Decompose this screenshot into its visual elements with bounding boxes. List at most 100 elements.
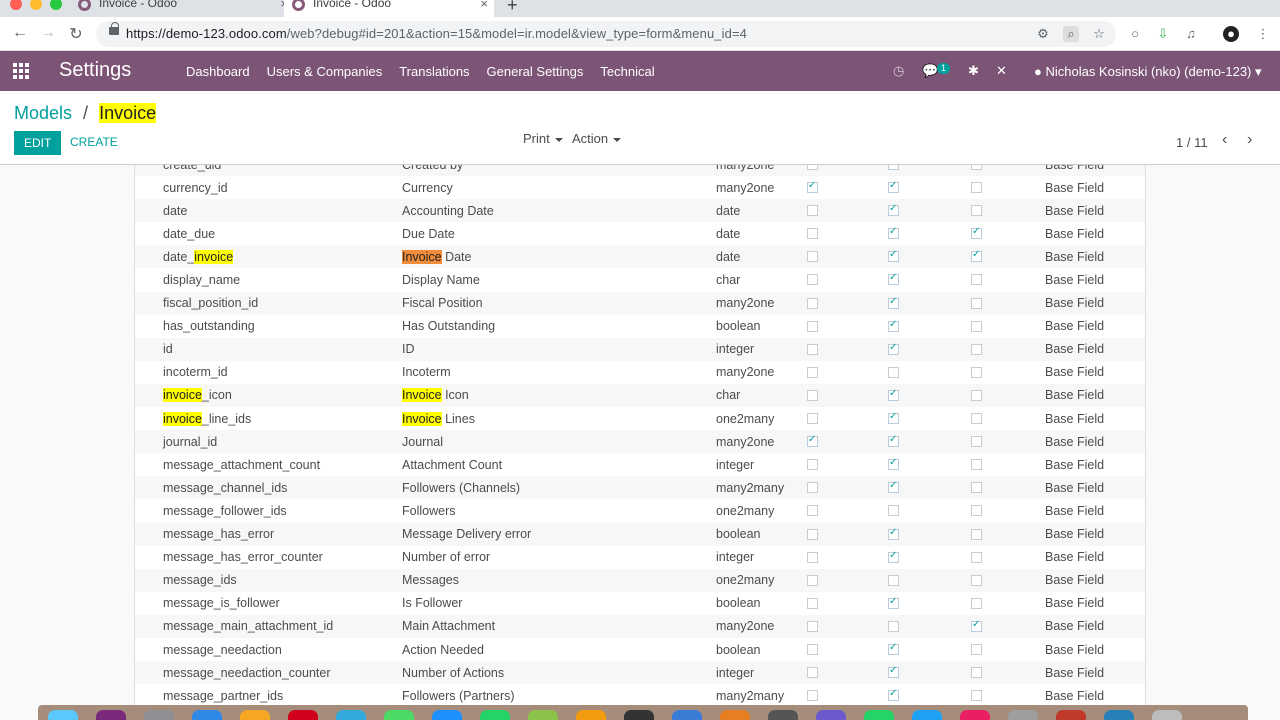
window-minimize-dot[interactable] — [30, 0, 42, 10]
table-row[interactable]: date_invoice Invoice Date date Base Field — [135, 245, 1145, 269]
apps-menu-icon[interactable] — [13, 63, 31, 79]
table-row[interactable]: message_follower_ids Followers one2many Bas… — [135, 499, 1145, 522]
dock-app-icon[interactable] — [768, 710, 798, 720]
dock-app-icon[interactable] — [816, 710, 846, 720]
field-label: Journal — [402, 434, 443, 449]
dock-app-icon[interactable] — [240, 710, 270, 720]
table-row[interactable]: journal_id Journal many2one Base Field — [135, 430, 1145, 454]
url-text[interactable]: https://demo-123.odoo.com/web?debug#id=2… — [126, 26, 747, 41]
table-row[interactable]: message_has_error Message Delivery error b… — [135, 522, 1145, 546]
reload-icon[interactable]: ↻ — [66, 24, 86, 44]
window-zoom-dot[interactable] — [50, 0, 62, 10]
field-type: integer — [716, 550, 755, 565]
readonly-checkbox — [971, 274, 982, 286]
dock-app-icon[interactable] — [336, 710, 366, 720]
dock-app-icon[interactable] — [912, 710, 942, 720]
messages-icon[interactable]: 💬 — [922, 63, 938, 79]
dock-app-icon[interactable] — [624, 710, 654, 720]
field-kind: Base Field — [1045, 165, 1104, 172]
dock-app-icon[interactable] — [864, 710, 894, 720]
required-checkbox — [807, 482, 818, 494]
dock-app-icon[interactable] — [1056, 710, 1086, 720]
action-dropdown[interactable]: Action — [572, 131, 621, 146]
zoom-icon[interactable]: ⌕ — [1063, 26, 1079, 42]
field-kind: Base Field — [1045, 527, 1105, 542]
table-row[interactable]: message_main_attachment_id Main Attachmen… — [135, 614, 1145, 638]
extension-audio-icon[interactable]: ♫ — [1183, 26, 1199, 42]
pager-next-icon[interactable]: › — [1247, 131, 1252, 149]
table-row[interactable]: message_needaction Action Needed boolean Ba… — [135, 638, 1145, 661]
breadcrumb-models[interactable]: Models — [14, 103, 72, 123]
dock-app-icon[interactable] — [480, 710, 510, 720]
close-debug-icon[interactable]: ✕ — [996, 63, 1007, 79]
table-row[interactable]: id ID integer Base Field — [135, 337, 1145, 361]
dock-app-icon[interactable] — [1008, 710, 1038, 720]
browser-menu-icon[interactable]: ⋮ — [1255, 26, 1271, 42]
dock-app-icon[interactable] — [144, 710, 174, 720]
menu-general-settings[interactable]: General Settings — [487, 64, 584, 79]
user-menu[interactable]: ● Nicholas Kosinski (nko) (demo-123) ▾ — [1034, 64, 1262, 80]
address-bar[interactable]: https://demo-123.odoo.com/web?debug#id=2… — [96, 21, 1116, 47]
table-row[interactable]: has_outstanding Has Outstanding boolean Bas… — [135, 315, 1145, 338]
table-row[interactable]: incoterm_id Incoterm many2one Base Field — [135, 361, 1145, 384]
dock-app-icon[interactable] — [288, 710, 318, 720]
pager-previous-icon[interactable]: ‹ — [1222, 131, 1227, 149]
edit-button[interactable]: EDIT — [14, 131, 62, 155]
tab-close-icon[interactable]: × — [480, 0, 488, 10]
table-row[interactable]: invoice_icon Invoice Icon char Base Field — [135, 383, 1145, 408]
bookmark-star-icon[interactable]: ☆ — [1091, 26, 1107, 42]
dock-app-icon[interactable] — [576, 710, 606, 720]
field-name: currency_id — [163, 180, 228, 195]
table-row[interactable]: message_is_follower Is Follower boolean Bas… — [135, 592, 1145, 615]
dock-app-icon[interactable] — [672, 710, 702, 720]
menu-technical[interactable]: Technical — [600, 64, 654, 79]
forward-arrow-icon[interactable]: → — [38, 24, 58, 42]
table-row[interactable]: message_ids Messages one2many Base Field — [135, 568, 1145, 592]
back-arrow-icon[interactable]: ← — [10, 24, 30, 42]
stored-checkbox — [888, 342, 899, 355]
table-row[interactable]: message_attachment_count Attachment Count… — [135, 453, 1145, 476]
dock-app-icon[interactable] — [384, 710, 414, 720]
print-dropdown[interactable]: Print — [523, 131, 563, 146]
table-row[interactable]: fiscal_position_id Fiscal Position many2on… — [135, 291, 1145, 315]
extension-icon[interactable]: ⚙ — [1035, 26, 1051, 42]
create-button[interactable]: CREATE — [70, 135, 118, 149]
readonly-checkbox — [971, 389, 982, 401]
dock-app-icon[interactable] — [96, 710, 126, 720]
pager-value[interactable]: 1 / 11 — [1176, 135, 1208, 150]
window-close-dot[interactable] — [10, 0, 22, 10]
field-kind: Base Field — [1045, 411, 1105, 426]
extension-circle-icon[interactable]: ○ — [1127, 26, 1143, 42]
table-row[interactable]: message_has_error_counter Number of error… — [135, 546, 1145, 569]
menu-dashboard[interactable]: Dashboard — [186, 64, 250, 79]
table-row[interactable]: create_uid Created by many2one Base Field — [135, 165, 1145, 177]
table-row[interactable]: message_channel_ids Followers (Channels) m… — [135, 476, 1145, 500]
dock-app-icon[interactable] — [960, 710, 990, 720]
table-row[interactable]: date_due Due Date date Base Field — [135, 222, 1145, 245]
browser-tab-2[interactable]: Invoice - Odoo × — [284, 0, 494, 17]
menu-translations[interactable]: Translations — [399, 64, 469, 79]
debug-bug-icon[interactable]: ✱ — [968, 63, 979, 79]
dock-app-icon[interactable] — [432, 710, 462, 720]
table-row[interactable]: message_partner_ids Followers (Partners) m… — [135, 684, 1145, 705]
menu-users-companies[interactable]: Users & Companies — [267, 64, 383, 79]
dock-app-icon[interactable] — [48, 710, 78, 720]
table-row[interactable]: display_name Display Name char Base Field — [135, 268, 1145, 291]
browser-tab-1[interactable]: Invoice - Odoo × — [78, 0, 288, 17]
extension-download-icon[interactable]: ⇩ — [1155, 26, 1171, 42]
dock-app-icon[interactable] — [192, 710, 222, 720]
new-tab-button[interactable]: + — [507, 0, 518, 16]
dock-app-icon[interactable] — [1152, 710, 1182, 720]
table-row[interactable]: currency_id Currency many2one Base Field — [135, 176, 1145, 199]
dock-app-icon[interactable] — [720, 710, 750, 720]
dock-app-icon[interactable] — [1104, 710, 1134, 720]
field-label: Display Name — [402, 273, 480, 288]
activity-clock-icon[interactable]: ◷ — [893, 63, 904, 79]
table-row[interactable]: date Accounting Date date Base Field — [135, 199, 1145, 223]
stored-checkbox — [888, 505, 899, 517]
table-row[interactable]: invoice_line_ids Invoice Lines one2many Bas… — [135, 407, 1145, 430]
readonly-checkbox — [971, 459, 982, 471]
table-row[interactable]: message_needaction_counter Number of Acti… — [135, 661, 1145, 685]
profile-avatar-icon[interactable]: ● — [1223, 26, 1239, 42]
dock-app-icon[interactable] — [528, 710, 558, 720]
